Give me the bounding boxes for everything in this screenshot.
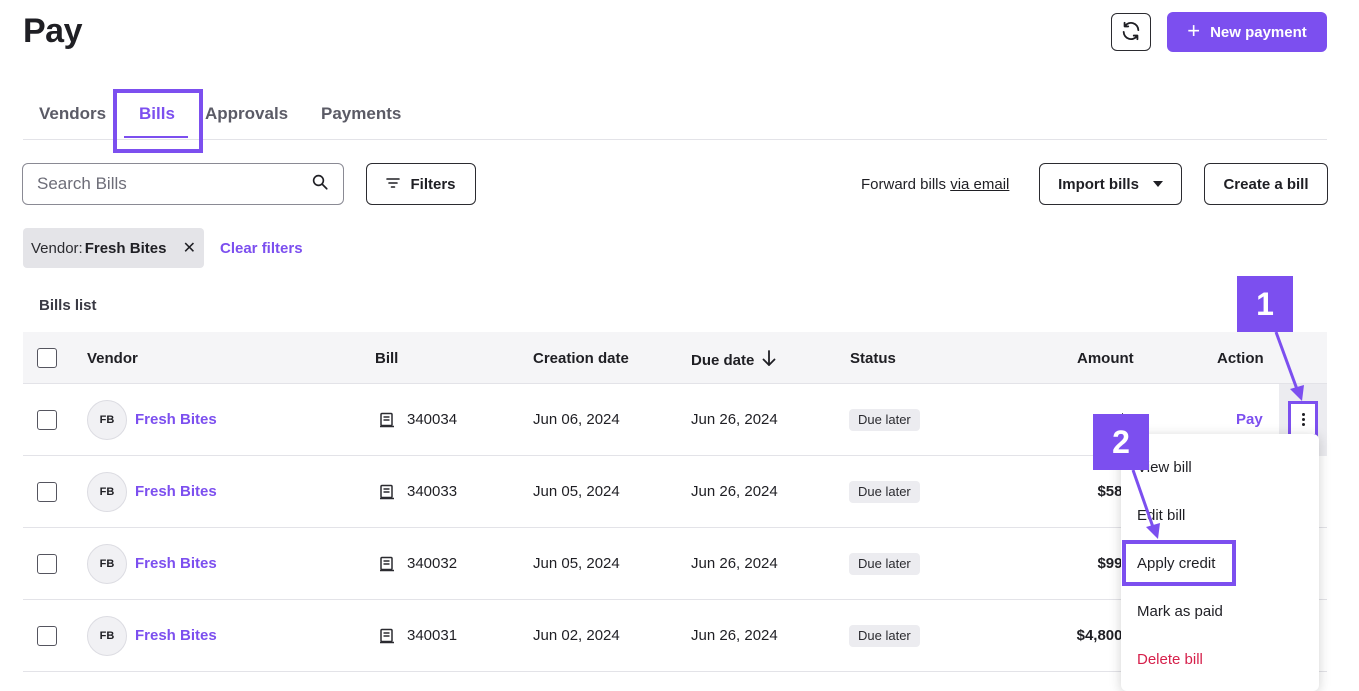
- bill-number: 340033: [407, 483, 458, 500]
- create-bill-label: Create a bill: [1223, 175, 1309, 193]
- bills-list-title: Bills list: [39, 297, 97, 314]
- row-checkbox[interactable]: [37, 554, 57, 574]
- header-bill: Bill: [375, 350, 399, 367]
- bill-number: 340032: [407, 555, 458, 572]
- chip-label: Vendor:: [31, 239, 83, 257]
- due-date: Jun 26, 2024: [691, 555, 778, 572]
- bill-icon: [379, 556, 395, 577]
- vendor-avatar: FB: [87, 616, 127, 656]
- forward-bills-label: Forward bills: [861, 176, 947, 193]
- vendor-avatar: FB: [87, 472, 127, 512]
- header-vendor: Vendor: [87, 350, 138, 367]
- header-creation-date[interactable]: Creation date: [533, 350, 629, 367]
- page-title: Pay: [23, 12, 83, 50]
- due-date: Jun 26, 2024: [691, 483, 778, 500]
- vendor-link[interactable]: Fresh Bites: [135, 555, 217, 572]
- status-badge: Due later: [849, 553, 920, 575]
- vendor-avatar: FB: [87, 544, 127, 584]
- header-due-date-label: Due date: [691, 351, 755, 369]
- header-due-date[interactable]: Due date: [691, 350, 776, 370]
- row-checkbox[interactable]: [37, 410, 57, 430]
- close-icon[interactable]: ✕: [183, 238, 196, 258]
- bill-number: 340034: [407, 411, 458, 428]
- new-payment-label: New payment: [1210, 23, 1307, 41]
- filter-icon: [386, 176, 401, 193]
- due-date: Jun 26, 2024: [691, 411, 778, 428]
- tab-bar: Vendors Bills Approvals Payments: [23, 88, 1327, 140]
- header-status: Status: [850, 350, 896, 367]
- vendor-filter-chip: Vendor: Fresh Bites ✕: [23, 228, 204, 268]
- vendor-link[interactable]: Fresh Bites: [135, 411, 217, 428]
- status-badge: Due later: [849, 625, 920, 647]
- new-payment-button[interactable]: + New payment: [1167, 12, 1327, 52]
- status-badge: Due later: [849, 409, 920, 431]
- bills-tab-highlight: [113, 89, 203, 153]
- due-date: Jun 26, 2024: [691, 627, 778, 644]
- header-amount[interactable]: Amount: [1077, 350, 1134, 367]
- import-bills-label: Import bills: [1058, 175, 1139, 193]
- row-checkbox[interactable]: [37, 626, 57, 646]
- step-2-badge: 2: [1093, 414, 1149, 470]
- caret-down-icon: [1152, 181, 1163, 187]
- bill-icon: [379, 484, 395, 505]
- search-input[interactable]: [37, 174, 311, 194]
- creation-date: Jun 05, 2024: [533, 483, 620, 500]
- more-dot: [1301, 412, 1305, 416]
- chip-value: Fresh Bites: [84, 239, 167, 257]
- header-action: Action: [1217, 350, 1264, 367]
- more-dot: [1301, 422, 1305, 426]
- forward-bills-text: Forward bills via email: [861, 176, 1009, 193]
- bill-icon: [379, 628, 395, 649]
- vendor-link[interactable]: Fresh Bites: [135, 627, 217, 644]
- refresh-button[interactable]: [1111, 13, 1151, 51]
- search-box: [22, 163, 344, 205]
- via-email-link[interactable]: via email: [950, 176, 1009, 193]
- menu-item-delete-bill[interactable]: Delete bill: [1137, 651, 1203, 668]
- menu-item-mark-as-paid[interactable]: Mark as paid: [1137, 603, 1223, 620]
- more-dot: [1301, 417, 1305, 421]
- create-bill-button[interactable]: Create a bill: [1204, 163, 1328, 205]
- bill-number: 340031: [407, 627, 458, 644]
- vendor-avatar: FB: [87, 400, 127, 440]
- tab-vendors[interactable]: Vendors: [39, 104, 106, 124]
- select-all-checkbox[interactable]: [37, 348, 57, 368]
- vendor-link[interactable]: Fresh Bites: [135, 483, 217, 500]
- import-bills-button[interactable]: Import bills: [1039, 163, 1182, 205]
- creation-date: Jun 05, 2024: [533, 555, 620, 572]
- tab-payments[interactable]: Payments: [321, 104, 401, 124]
- refresh-icon: [1120, 20, 1142, 45]
- plus-icon: +: [1187, 18, 1201, 43]
- status-badge: Due later: [849, 481, 920, 503]
- sort-down-icon: [762, 350, 776, 370]
- row-more-actions-button[interactable]: [1288, 401, 1318, 437]
- menu-item-edit-bill[interactable]: Edit bill: [1137, 507, 1185, 524]
- tab-approvals[interactable]: Approvals: [205, 104, 288, 124]
- creation-date: Jun 06, 2024: [533, 411, 620, 428]
- clear-filters-link[interactable]: Clear filters: [220, 240, 303, 257]
- row-checkbox[interactable]: [37, 482, 57, 502]
- bill-icon: [379, 412, 395, 433]
- apply-credit-highlight: [1122, 540, 1236, 586]
- pay-link[interactable]: Pay: [1236, 411, 1263, 428]
- filters-button[interactable]: Filters: [366, 163, 476, 205]
- filters-label: Filters: [410, 175, 456, 193]
- step-1-badge: 1: [1237, 276, 1293, 332]
- table-header: Vendor Bill Creation date Due date Statu…: [23, 332, 1327, 384]
- creation-date: Jun 02, 2024: [533, 627, 620, 644]
- search-icon[interactable]: [311, 173, 329, 196]
